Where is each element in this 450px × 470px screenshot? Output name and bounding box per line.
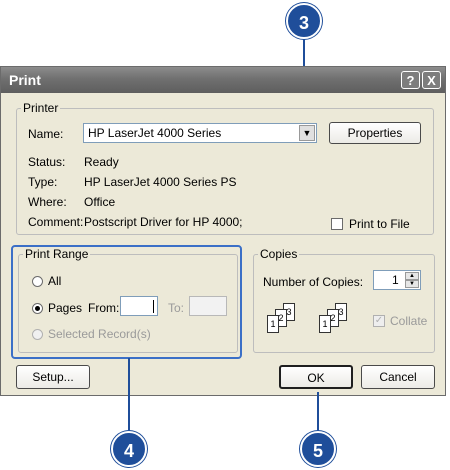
type-label: Type:: [28, 175, 58, 189]
cancel-button[interactable]: Cancel: [361, 365, 435, 389]
number-of-copies-label: Number of Copies:: [263, 275, 364, 289]
print-range-group-label: Print Range: [25, 247, 89, 261]
status-value: Ready: [84, 155, 119, 169]
to-input[interactable]: [189, 296, 227, 316]
callout-4-line: [128, 358, 130, 432]
to-label: To:: [168, 301, 185, 315]
print-to-file-checkbox[interactable]: [331, 218, 343, 230]
selected-records-label: Selected Record(s): [48, 327, 151, 341]
spinner-up-icon[interactable]: ▲: [405, 272, 419, 280]
selected-records-radio[interactable]: [32, 329, 43, 340]
status-label: Status:: [28, 155, 66, 169]
print-dialog: Print ? X Printer Name: HP LaserJet 4000…: [0, 66, 446, 396]
callout-4-badge: 4: [111, 431, 147, 467]
all-radio[interactable]: [32, 276, 43, 287]
ok-button[interactable]: OK: [279, 365, 353, 389]
from-input[interactable]: [120, 296, 158, 316]
text-cursor: [153, 300, 154, 313]
collate-pages-icon: 3 2 1: [263, 303, 307, 339]
page-1-icon: 1: [319, 315, 331, 333]
collate-label: Collate: [390, 314, 428, 328]
collate-pages-icon: 3 2 1: [315, 303, 359, 339]
printer-name-label: Name:: [28, 127, 64, 141]
callout-3-badge: 3: [286, 3, 322, 39]
help-button[interactable]: ?: [401, 71, 420, 89]
collate-checkbox[interactable]: ✓: [373, 315, 385, 327]
pages-label: Pages: [48, 301, 83, 315]
type-value: HP LaserJet 4000 Series PS: [84, 175, 237, 189]
page-1-icon: 1: [267, 315, 279, 333]
title-bar: Print ? X: [1, 67, 445, 93]
properties-button[interactable]: Properties: [329, 122, 421, 144]
close-button[interactable]: X: [422, 71, 441, 89]
printer-name-value: HP LaserJet 4000 Series: [88, 126, 222, 140]
setup-button[interactable]: Setup...: [16, 365, 90, 389]
comment-label: Comment:: [28, 215, 84, 229]
printer-name-select[interactable]: HP LaserJet 4000 Series ▼: [83, 123, 317, 143]
print-to-file-label: Print to File: [349, 217, 410, 231]
pages-radio[interactable]: [32, 303, 43, 314]
callout-5-badge: 5: [300, 431, 336, 467]
where-label: Where:: [28, 195, 67, 209]
from-label: From:: [88, 301, 120, 315]
printer-group-label: Printer: [23, 101, 59, 115]
dialog-title: Print: [9, 72, 41, 88]
copies-spinner[interactable]: 1 ▲ ▼: [373, 270, 421, 290]
where-value: Office: [84, 195, 116, 209]
copies-group-label: Copies: [260, 247, 298, 261]
spinner-down-icon[interactable]: ▼: [405, 280, 419, 288]
copies-value: 1: [392, 273, 399, 287]
comment-value: Postscript Driver for HP 4000;: [84, 215, 243, 229]
chevron-down-icon[interactable]: ▼: [299, 125, 315, 141]
all-label: All: [48, 274, 62, 288]
callout-5-line: [317, 392, 319, 432]
